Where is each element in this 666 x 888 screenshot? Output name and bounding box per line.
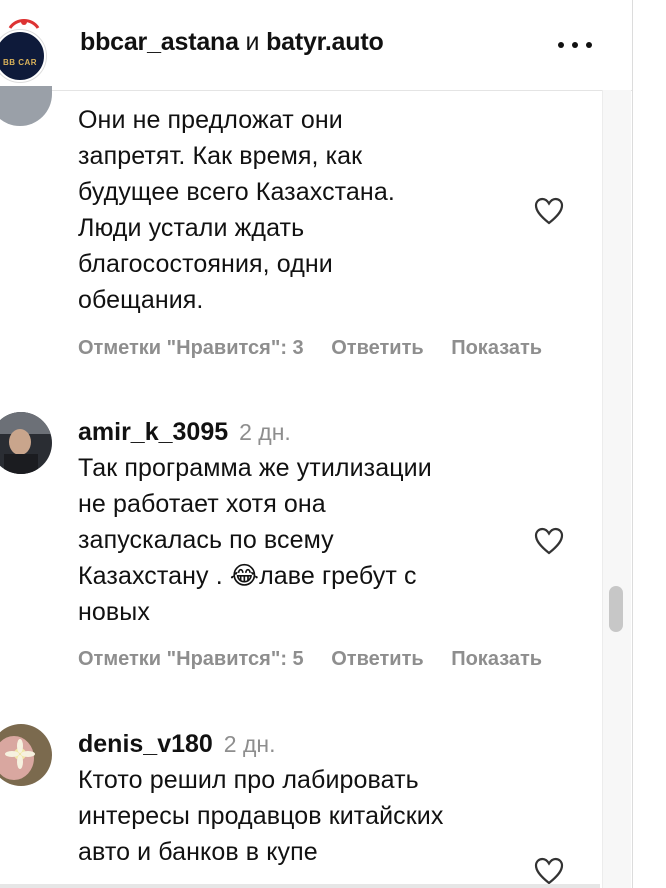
logo: BB CAR (0, 30, 46, 82)
likes-count[interactable]: Отметки "Нравится": 5 (78, 648, 304, 670)
scrollbar-track[interactable] (602, 90, 631, 888)
like-heart-icon[interactable] (533, 856, 565, 886)
logo-text: BB CAR (2, 58, 38, 67)
like-heart-icon[interactable] (533, 196, 565, 226)
comment-actions: Отметки "Нравится": 5 Ответить Показать (78, 648, 603, 678)
account-link-batyr[interactable]: batyr.auto (266, 28, 384, 56)
avatar[interactable] (0, 724, 52, 786)
post-header: BB CAR bbcar_astana и batyr.auto (0, 0, 632, 91)
user-photo-icon (0, 412, 52, 474)
like-heart-icon[interactable] (533, 526, 565, 556)
show-replies-button[interactable]: Показать (451, 648, 542, 670)
scrollbar-thumb[interactable] (609, 586, 623, 632)
and-word: и (245, 28, 260, 56)
comment-text: Так программа же утилизации не работает … (78, 454, 432, 626)
account-link-bbcar[interactable]: bbcar_astana (80, 28, 239, 56)
reply-button[interactable]: Ответить (331, 337, 423, 359)
bottom-divider (0, 884, 600, 888)
username[interactable]: amir_k_3095 (78, 418, 228, 446)
avatar[interactable] (0, 412, 52, 474)
account-avatar[interactable]: BB CAR (0, 18, 46, 82)
timestamp[interactable]: 2 дн. (224, 731, 276, 757)
more-options-icon[interactable] (558, 42, 592, 48)
comment-header: denis_v180 2 дн. (78, 730, 275, 759)
flower-photo-icon (0, 724, 52, 786)
comment-actions: Отметки "Нравится": 3 Ответить Показать (78, 337, 603, 367)
reply-button[interactable]: Ответить (331, 648, 423, 670)
comment-text: Они не предложат они запретят. Как время… (78, 106, 395, 314)
show-replies-button[interactable]: Показать (451, 337, 542, 359)
post-accounts: bbcar_astana и batyr.auto (80, 28, 384, 57)
likes-count[interactable]: Отметки "Нравится": 3 (78, 337, 304, 359)
comment-header: amir_k_3095 2 дн. (78, 418, 291, 447)
username[interactable]: denis_v180 (78, 730, 213, 758)
comment-text: Ктото решил про лабировать интересы прод… (78, 766, 444, 866)
timestamp[interactable]: 2 дн. (239, 419, 291, 445)
logo-emblem-icon (8, 19, 40, 29)
avatar[interactable] (0, 86, 52, 126)
panel-divider (632, 0, 633, 888)
